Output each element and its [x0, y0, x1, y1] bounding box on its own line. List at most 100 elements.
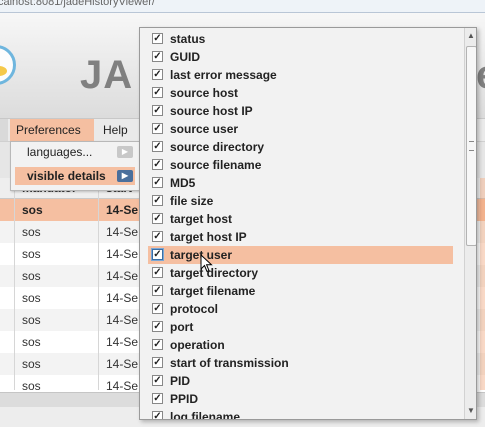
checkbox-checked-icon[interactable]: ✓ — [152, 303, 163, 314]
checkbox-checked-icon[interactable]: ✓ — [152, 375, 163, 386]
visible-detail-option[interactable]: ✓ GUID — [148, 48, 453, 66]
visible-detail-option[interactable]: ✓ protocol — [148, 300, 453, 318]
option-label: operation — [170, 338, 225, 352]
visible-detail-option[interactable]: ✓ target user — [148, 246, 453, 264]
option-label: last error message — [170, 68, 277, 82]
menu-help[interactable]: Help — [97, 119, 133, 141]
menu-item-languages[interactable]: languages... ▶ — [15, 143, 135, 161]
visible-detail-option[interactable]: ✓ PID — [148, 372, 453, 390]
option-label: source host IP — [170, 104, 253, 118]
app-logo — [0, 45, 16, 85]
visible-detail-option[interactable]: ✓ MD5 — [148, 174, 453, 192]
browser-url-bar[interactable]: calhost:8081/jadeHistoryViewer/ — [0, 0, 485, 13]
preferences-dropdown: languages... ▶ visible details ▶ — [10, 141, 140, 191]
visible-detail-option[interactable]: ✓ source user — [148, 120, 453, 138]
visible-details-submenu: ✓ status ✓ GUID ✓ last error message ✓ source h… — [139, 27, 477, 420]
visible-detail-option[interactable]: ✓ log filename — [148, 408, 453, 420]
option-label: target filename — [170, 284, 256, 298]
app-title-tail: e — [476, 53, 485, 98]
submenu-arrow-icon: ▶ — [117, 170, 133, 182]
option-label: target directory — [170, 266, 259, 280]
scroll-up-arrow-icon[interactable]: ▲ — [466, 30, 476, 42]
visible-detail-option[interactable]: ✓ target filename — [148, 282, 453, 300]
cell-start: 14-Se — [106, 247, 139, 261]
app-title: JA — [80, 53, 134, 97]
option-label: source filename — [170, 158, 262, 172]
menu-preferences[interactable]: Preferences — [10, 119, 94, 141]
cell-start: 14-Se — [106, 291, 139, 305]
checkbox-checked-icon[interactable]: ✓ — [152, 411, 163, 419]
visible-detail-option[interactable]: ✓ PPID — [148, 390, 453, 408]
cell-mandator: sos — [22, 313, 41, 327]
visible-detail-option[interactable]: ✓ start of transmission — [148, 354, 453, 372]
visible-detail-option[interactable]: ✓ source filename — [148, 156, 453, 174]
column-divider — [14, 178, 15, 390]
checkbox-checked-icon[interactable]: ✓ — [152, 393, 163, 404]
checkbox-checked-icon[interactable]: ✓ — [152, 285, 163, 296]
option-label: MD5 — [170, 176, 196, 190]
cell-start: 14-Se — [106, 357, 139, 371]
visible-detail-option[interactable]: ✓ port — [148, 318, 453, 336]
checkbox-checked-icon[interactable]: ✓ — [152, 213, 163, 224]
visible-detail-option[interactable]: ✓ last error message — [148, 66, 453, 84]
checkbox-checked-icon[interactable]: ✓ — [152, 123, 163, 134]
grip-icon — [469, 141, 474, 151]
checkbox-checked-icon[interactable]: ✓ — [152, 33, 163, 44]
checkbox-checked-icon[interactable]: ✓ — [152, 141, 163, 152]
visible-detail-option[interactable]: ✓ target host IP — [148, 228, 453, 246]
checkbox-checked-icon[interactable]: ✓ — [152, 249, 163, 260]
cell-mandator: sos — [22, 335, 41, 349]
submenu-arrow-icon: ▶ — [117, 146, 133, 158]
visible-detail-option[interactable]: ✓ source directory — [148, 138, 453, 156]
checkbox-checked-icon[interactable]: ✓ — [152, 231, 163, 242]
menu-item-label: languages... — [27, 145, 93, 159]
checkbox-checked-icon[interactable]: ✓ — [152, 51, 163, 62]
visible-detail-option[interactable]: ✓ source host IP — [148, 102, 453, 120]
checkbox-checked-icon[interactable]: ✓ — [152, 87, 163, 98]
table-edge — [480, 178, 485, 390]
visible-detail-option[interactable]: ✓ status — [148, 30, 453, 48]
option-label: source user — [170, 122, 239, 136]
column-divider — [98, 178, 99, 390]
option-label: file size — [170, 194, 214, 208]
checkbox-checked-icon[interactable]: ✓ — [152, 357, 163, 368]
option-label: start of transmission — [170, 356, 289, 370]
visible-detail-option[interactable]: ✓ operation — [148, 336, 453, 354]
scroll-down-arrow-icon[interactable]: ▼ — [466, 405, 476, 417]
option-label: protocol — [170, 302, 218, 316]
checkbox-checked-icon[interactable]: ✓ — [152, 177, 163, 188]
checkbox-checked-icon[interactable]: ✓ — [152, 105, 163, 116]
cell-start: 14-Se — [106, 335, 139, 349]
cell-mandator: sos — [22, 269, 41, 283]
option-label: target host IP — [170, 230, 247, 244]
checkbox-checked-icon[interactable]: ✓ — [152, 159, 163, 170]
cell-mandator: sos — [22, 357, 41, 371]
menu-item-visible-details[interactable]: visible details ▶ — [15, 167, 135, 185]
visible-detail-option[interactable]: ✓ source host — [148, 84, 453, 102]
cell-start: 14-Se — [106, 313, 139, 327]
scroll-thumb[interactable] — [466, 46, 476, 246]
option-label: PPID — [170, 392, 199, 406]
visible-detail-option[interactable]: ✓ target directory — [148, 264, 453, 282]
cell-start: 14-Se — [106, 379, 139, 393]
cell-start: 14-Se — [106, 203, 139, 217]
url-text: calhost:8081/jadeHistoryViewer/ — [0, 0, 155, 8]
option-label: log filename — [170, 410, 241, 420]
cell-start: 14-Se — [106, 225, 139, 239]
option-label: port — [170, 320, 194, 334]
visible-detail-option[interactable]: ✓ file size — [148, 192, 453, 210]
menu-item-label: visible details — [27, 169, 106, 183]
checkbox-checked-icon[interactable]: ✓ — [152, 195, 163, 206]
checkbox-checked-icon[interactable]: ✓ — [152, 267, 163, 278]
submenu-scrollbar[interactable]: ▲ ▼ — [464, 28, 476, 419]
checkbox-checked-icon[interactable]: ✓ — [152, 339, 163, 350]
visible-detail-option[interactable]: ✓ target host — [148, 210, 453, 228]
cell-mandator: sos — [22, 379, 41, 393]
cell-mandator: sos — [22, 247, 41, 261]
option-label: source directory — [170, 140, 265, 154]
mouse-pointer-icon — [200, 254, 213, 273]
checkbox-checked-icon[interactable]: ✓ — [152, 69, 163, 80]
menu-item-partial[interactable] — [0, 119, 8, 141]
checkbox-checked-icon[interactable]: ✓ — [152, 321, 163, 332]
option-label: GUID — [170, 50, 200, 64]
